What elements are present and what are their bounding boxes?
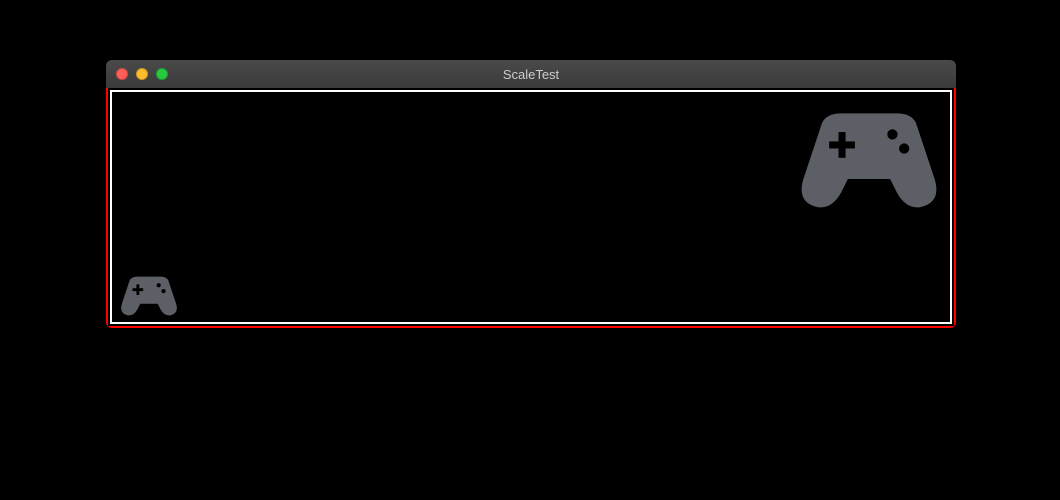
inner-frame <box>110 90 952 324</box>
window-title: ScaleTest <box>106 67 956 82</box>
gamepad-icon <box>118 270 180 318</box>
close-button[interactable] <box>116 68 128 80</box>
maximize-button[interactable] <box>156 68 168 80</box>
window-controls <box>106 68 168 80</box>
minimize-button[interactable] <box>136 68 148 80</box>
gamepad-icon <box>794 98 944 213</box>
titlebar[interactable]: ScaleTest <box>106 60 956 88</box>
content-area <box>106 88 956 328</box>
app-window: ScaleTest <box>106 60 956 328</box>
